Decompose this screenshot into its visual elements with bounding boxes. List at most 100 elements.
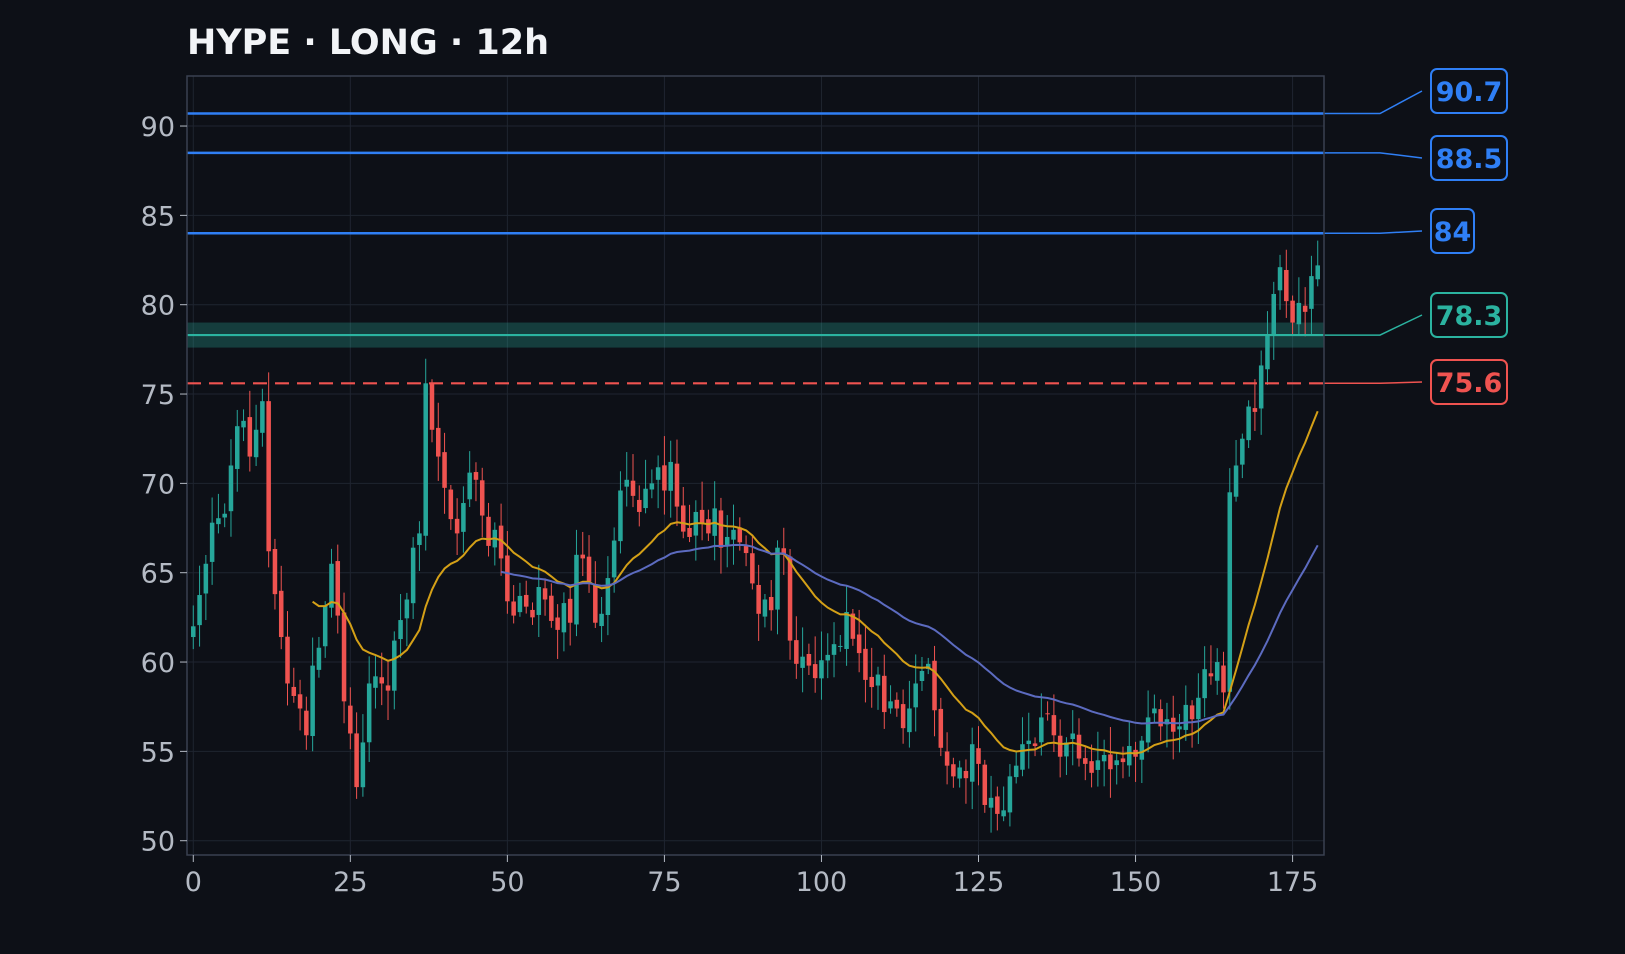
candle-body	[297, 694, 303, 709]
candle-body	[1265, 335, 1270, 370]
candle-body	[322, 605, 328, 647]
y-tick-label: 80	[141, 291, 175, 322]
candle-body	[630, 480, 636, 496]
candle-body	[442, 452, 447, 488]
candle-body	[611, 540, 617, 578]
candle-body	[1183, 704, 1189, 730]
x-tick-label: 150	[1110, 867, 1162, 898]
candle-body	[1202, 669, 1207, 699]
x-tick-label: 125	[953, 867, 1005, 898]
candle-body	[762, 599, 768, 617]
candle-body	[404, 599, 410, 619]
candle-body	[1026, 740, 1032, 745]
candle-body	[373, 676, 378, 688]
candle-body	[1039, 717, 1044, 743]
candle-body	[1032, 743, 1038, 747]
candle-body	[385, 685, 391, 691]
candle-body	[718, 510, 724, 548]
candle-body	[605, 578, 611, 615]
candle-body	[253, 429, 259, 458]
candle-body	[1108, 754, 1113, 770]
ema-fast-line	[312, 410, 1319, 755]
candle-body	[209, 522, 215, 562]
level-connector	[1324, 381, 1423, 385]
level-connector	[1324, 152, 1423, 159]
level-label-text: 90.7	[1436, 77, 1503, 108]
candle-body	[1227, 492, 1233, 692]
candle-body	[932, 660, 937, 711]
candle-body	[473, 472, 479, 480]
level-connector	[1324, 314, 1423, 336]
candle-body	[655, 467, 661, 480]
candle-body	[247, 417, 253, 457]
candle-body	[593, 584, 598, 623]
candle-body	[674, 463, 680, 507]
candle-body	[907, 708, 912, 733]
candle-body	[436, 427, 441, 457]
candle-body	[969, 744, 975, 782]
candle-body	[825, 654, 831, 661]
candle-body	[888, 701, 893, 709]
candle-body	[341, 612, 347, 702]
candle-body	[819, 660, 824, 679]
candle-body	[838, 645, 843, 647]
moving-averages	[312, 410, 1319, 755]
candle-body	[812, 664, 818, 679]
candle-body	[285, 636, 290, 684]
candle-body	[919, 670, 925, 682]
candle-body	[354, 733, 359, 788]
candle-body	[787, 556, 793, 641]
candle-body	[637, 499, 642, 512]
candle-body	[806, 654, 812, 666]
candle-body	[649, 483, 655, 490]
candle-body	[662, 465, 667, 491]
candle-body	[699, 509, 705, 523]
candle-body	[1309, 276, 1314, 309]
candle-body	[1315, 265, 1320, 280]
candle-body	[398, 620, 403, 640]
candle-body	[505, 555, 510, 602]
level-label-text: 78.3	[1436, 301, 1503, 332]
level-labels: 90.7 88.5 84 78.3 75.6	[1430, 68, 1508, 405]
candle-body	[454, 518, 460, 534]
candle-body	[417, 533, 422, 545]
candle-body	[1214, 662, 1220, 681]
candle-body	[1196, 697, 1201, 720]
candle-body	[1284, 269, 1289, 302]
x-tick-label: 0	[185, 867, 202, 898]
candle-body	[1057, 735, 1063, 757]
candle-body	[1233, 465, 1239, 497]
candle-body	[1302, 305, 1308, 312]
candle-body	[567, 598, 573, 623]
candle-body	[486, 516, 491, 546]
candle-body	[737, 527, 743, 543]
candle-body	[410, 547, 416, 604]
candle-body	[549, 595, 554, 621]
y-tick-label: 55	[141, 737, 175, 768]
candle-body	[479, 480, 485, 516]
candle-body	[1152, 708, 1157, 714]
candle-body	[1170, 717, 1176, 732]
y-tick-label: 85	[141, 201, 175, 232]
candle-body	[348, 705, 353, 734]
candle-body	[203, 563, 209, 594]
candle-body	[260, 401, 265, 433]
candle-body	[511, 601, 516, 616]
candle-body	[316, 647, 322, 670]
candle-body	[775, 547, 780, 610]
y-tick-label: 60	[141, 648, 175, 679]
candle-body	[680, 505, 686, 532]
candle-body	[1246, 406, 1251, 441]
candle-body	[687, 527, 692, 537]
candle-body	[1001, 810, 1006, 817]
level-label-text: 75.6	[1436, 368, 1503, 399]
candle-body	[536, 586, 542, 615]
level-label-text: 88.5	[1436, 144, 1503, 175]
candle-body	[1051, 715, 1057, 736]
candle-body	[1208, 673, 1214, 677]
candle-body	[1076, 734, 1082, 759]
candle-body	[586, 556, 592, 582]
candle-body	[366, 683, 372, 743]
candle-body	[448, 489, 454, 520]
candle-body	[1089, 761, 1094, 773]
